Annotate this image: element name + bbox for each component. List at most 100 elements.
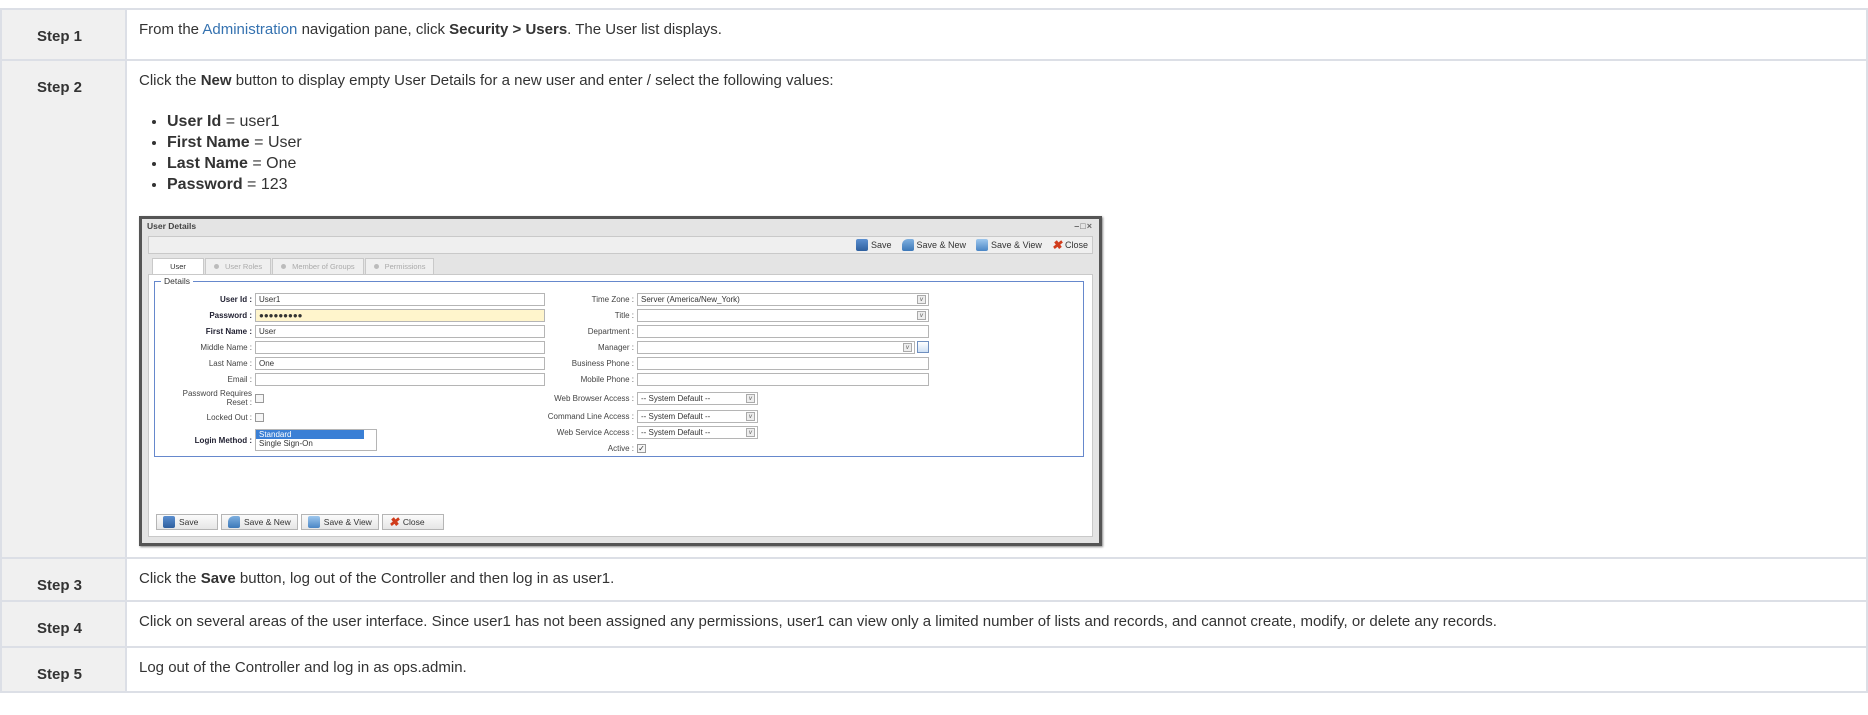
toolbar-save-new-button[interactable]: Save & New bbox=[901, 239, 967, 252]
value-text: = user1 bbox=[221, 113, 280, 131]
value-name: Password bbox=[167, 176, 243, 194]
password-input[interactable]: ●●●●●●●●● bbox=[255, 308, 545, 322]
tab-member-of-groups[interactable]: Member of Groups bbox=[272, 258, 364, 275]
step-row-3: Step 3 Click the Save button, log out of… bbox=[0, 557, 1868, 602]
step-emphasis: Save bbox=[200, 570, 236, 587]
chevron-down-icon: v bbox=[917, 310, 926, 320]
user-id-input[interactable]: User1 bbox=[255, 292, 545, 306]
save-button[interactable]: Save bbox=[156, 514, 218, 531]
middle-name-input[interactable] bbox=[255, 340, 545, 354]
field-label: Locked Out : bbox=[206, 412, 252, 422]
password-reset-row: Password Requires Reset : bbox=[155, 388, 264, 408]
fieldset-legend: Details bbox=[161, 276, 193, 287]
details-panel: Details User Id : User1 Password : ●●●●●… bbox=[148, 274, 1093, 538]
time-zone-select[interactable]: Server (America/New_York) v bbox=[637, 292, 929, 306]
step-text: . The User list displays. bbox=[567, 21, 722, 38]
manager-select[interactable]: v bbox=[637, 340, 915, 354]
select-value: -- System Default -- bbox=[641, 427, 711, 437]
save-view-icon bbox=[307, 516, 320, 529]
field-label: Business Phone : bbox=[571, 358, 634, 368]
select-value: -- System Default -- bbox=[641, 393, 711, 403]
details-fieldset: Details User Id : User1 Password : ●●●●●… bbox=[154, 276, 1084, 458]
tab-permissions[interactable]: Permissions bbox=[364, 258, 435, 275]
field-label: Login Method : bbox=[194, 435, 252, 445]
save-view-icon bbox=[976, 239, 989, 252]
field-label: Last Name : bbox=[208, 358, 252, 368]
listbox-option[interactable]: Standard bbox=[256, 430, 364, 440]
web-browser-row: Web Browser Access : -- System Default -… bbox=[525, 391, 758, 405]
list-item: Password = 123 bbox=[167, 174, 1866, 195]
time-zone-row: Time Zone : Server (America/New_York) v bbox=[525, 292, 929, 306]
select-value: -- System Default -- bbox=[641, 411, 711, 421]
web-service-select[interactable]: -- System Default -- v bbox=[637, 425, 758, 439]
field-label: Email : bbox=[227, 374, 252, 384]
value-name: Last Name bbox=[167, 155, 248, 173]
toolbar-close-button[interactable]: ✖ Close bbox=[1052, 239, 1088, 251]
save-icon bbox=[856, 239, 868, 252]
bottom-button-bar: Save Save & New Save & View ✖ Close bbox=[156, 514, 444, 531]
title-select[interactable]: v bbox=[637, 308, 929, 322]
department-row: Department : bbox=[525, 324, 929, 338]
step-text: button to display empty User Details for… bbox=[231, 72, 834, 89]
first-name-input[interactable]: User bbox=[255, 324, 545, 338]
field-label: Middle Name : bbox=[200, 342, 252, 352]
chevron-down-icon: v bbox=[746, 411, 755, 421]
chevron-down-icon: v bbox=[746, 427, 755, 437]
email-input[interactable] bbox=[255, 372, 545, 386]
save-icon bbox=[163, 516, 175, 529]
step-body: From the Administration navigation pane,… bbox=[125, 8, 1868, 61]
button-label: Save & New bbox=[244, 517, 291, 528]
value-name: First Name bbox=[167, 134, 250, 152]
tab-user-roles[interactable]: User Roles bbox=[205, 258, 272, 275]
login-method-listbox[interactable]: Standard Single Sign-On bbox=[255, 429, 377, 452]
close-icon: ✖ bbox=[1051, 238, 1062, 253]
user-details-screenshot: User Details –□× Save Save & New Save & … bbox=[139, 216, 1102, 547]
save-new-icon bbox=[228, 516, 240, 529]
business-phone-row: Business Phone : bbox=[525, 356, 929, 370]
active-checkbox[interactable]: ✓ bbox=[637, 443, 646, 453]
web-service-row: Web Service Access : -- System Default -… bbox=[525, 425, 758, 439]
password-reset-checkbox[interactable] bbox=[255, 393, 264, 403]
mobile-phone-input[interactable] bbox=[637, 372, 929, 386]
button-label: Close bbox=[1064, 240, 1088, 251]
lookup-icon[interactable] bbox=[917, 341, 929, 354]
department-input[interactable] bbox=[637, 324, 929, 338]
save-view-button[interactable]: Save & View bbox=[300, 514, 379, 531]
chevron-down-icon: v bbox=[903, 342, 912, 352]
password-row: Password : ●●●●●●●●● bbox=[155, 308, 545, 322]
listbox-option[interactable]: Single Sign-On bbox=[256, 439, 376, 448]
step-row-4: Step 4 Click on several areas of the use… bbox=[0, 600, 1868, 648]
tab-dot-icon bbox=[281, 264, 287, 270]
save-new-button[interactable]: Save & New bbox=[221, 514, 298, 531]
step-row-1: Step 1 From the Administration navigatio… bbox=[0, 8, 1868, 61]
last-name-input[interactable]: One bbox=[255, 356, 545, 370]
tab-user[interactable]: User bbox=[152, 258, 204, 275]
business-phone-input[interactable] bbox=[637, 356, 929, 370]
label-line: Password Requires bbox=[182, 389, 252, 399]
locked-out-row: Locked Out : bbox=[155, 410, 264, 424]
locked-out-checkbox[interactable] bbox=[255, 412, 264, 422]
administration-link[interactable]: Administration bbox=[202, 21, 297, 38]
value-text: = User bbox=[249, 134, 302, 152]
list-item: User Id = user1 bbox=[167, 111, 1866, 132]
title-row: Title : v bbox=[525, 308, 929, 322]
login-method-row: Login Method : Standard Single Sign-On bbox=[155, 428, 377, 452]
value-name: User Id bbox=[167, 113, 222, 131]
close-button[interactable]: ✖ Close bbox=[381, 514, 444, 531]
select-value: Server (America/New_York) bbox=[641, 294, 740, 304]
button-label: Save & New bbox=[916, 240, 967, 251]
command-line-select[interactable]: -- System Default -- v bbox=[637, 409, 758, 423]
window-controls-icon[interactable]: –□× bbox=[1074, 221, 1093, 231]
step-body: Click on several areas of the user inter… bbox=[125, 600, 1868, 648]
step-text: button, log out of the Controller and th… bbox=[235, 570, 615, 587]
last-name-row: Last Name : One bbox=[155, 356, 545, 370]
user-id-row: User Id : User1 bbox=[155, 292, 545, 306]
web-browser-select[interactable]: -- System Default -- v bbox=[637, 391, 758, 405]
step-body: Click the New button to display empty Us… bbox=[125, 59, 1868, 559]
list-item: Last Name = One bbox=[167, 153, 1866, 174]
toolbar-save-view-button[interactable]: Save & View bbox=[976, 239, 1042, 252]
command-line-row: Command Line Access : -- System Default … bbox=[525, 409, 758, 423]
field-label: First Name : bbox=[205, 326, 252, 336]
toolbar-save-button[interactable]: Save bbox=[856, 239, 892, 252]
values-list: User Id = user1 First Name = User Last N… bbox=[139, 111, 1866, 195]
